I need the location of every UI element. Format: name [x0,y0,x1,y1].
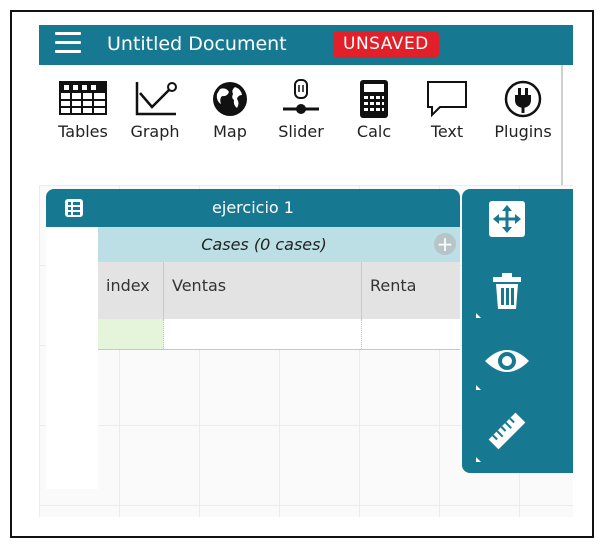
case-table-title: ejercicio 1 [212,198,294,217]
hide-show-button[interactable] [472,339,542,395]
tool-slider[interactable]: Slider [273,79,329,149]
tool-shelf: Tables Graph Map Slider Calc Text Plugin… [39,65,563,185]
document-title[interactable]: Untitled Document [107,33,287,55]
calculator-icon [360,80,388,118]
column-header-renta[interactable]: Renta [362,262,460,319]
tool-label-slider: Slider [278,122,324,141]
plugins-icon [504,80,542,118]
cell-renta[interactable] [362,319,460,349]
unsaved-badge: UNSAVED [333,31,439,58]
text-icon [427,81,467,118]
tool-label-map: Map [213,122,247,141]
tool-label-text: Text [430,122,464,141]
hamburger-menu-icon[interactable] [55,32,81,54]
cell-ventas[interactable] [164,319,362,349]
ruler-menu-indicator [476,457,481,462]
resize-icon [489,201,525,237]
tool-map[interactable]: Map [202,79,258,149]
inspector-panel [462,189,573,473]
trash-icon [493,273,521,309]
hide-show-menu-indicator [476,385,481,390]
tool-calc[interactable]: Calc [346,79,402,149]
codap-app: Untitled Document UNSAVED Tables Graph M… [39,25,573,517]
ruler-icon [488,412,526,450]
table-row [98,319,460,350]
map-icon [213,82,247,116]
tool-plugins[interactable]: Plugins [494,79,552,149]
delete-button[interactable] [472,269,542,325]
case-table: ejercicio 1 Cases (0 cases) + index Vent… [46,189,460,489]
eye-icon [485,350,529,372]
add-attribute-icon[interactable]: + [434,233,456,255]
delete-menu-indicator [476,313,481,318]
cell-index[interactable] [98,319,164,349]
column-header-row: index Ventas Renta [98,262,460,321]
tool-label-calc: Calc [356,122,392,141]
case-table-titlebar[interactable]: ejercicio 1 [46,189,460,227]
tool-tables[interactable]: Tables [55,79,111,149]
collection-header: Cases (0 cases) + [98,227,460,262]
cases-count-label: Cases (0 cases) [201,235,327,254]
graph-icon [135,82,177,116]
column-header-ventas[interactable]: Ventas [164,262,362,319]
tool-label-plugins: Plugins [494,122,552,141]
column-header-index[interactable]: index [98,262,164,319]
tool-text[interactable]: Text [419,79,475,149]
resize-columns-button[interactable] [472,197,542,253]
menu-bar: Untitled Document UNSAVED [39,25,573,65]
ruler-button[interactable] [472,409,542,465]
tables-icon [59,81,107,115]
slider-icon [283,79,319,114]
tool-label-graph: Graph [130,122,180,141]
row-index-gutter [46,227,98,489]
tool-graph[interactable]: Graph [127,79,183,149]
tool-label-tables: Tables [58,122,108,141]
